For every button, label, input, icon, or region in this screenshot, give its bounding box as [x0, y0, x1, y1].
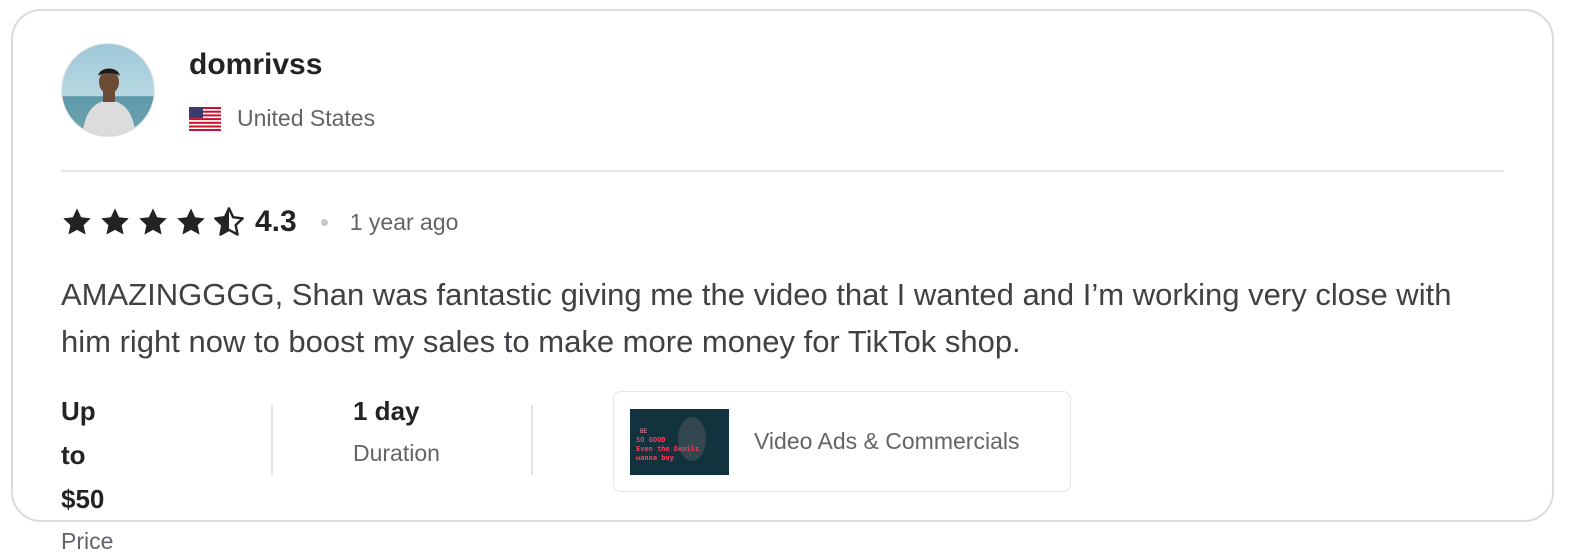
- review-card: domrivss United States 4.3 1 year ago AM…: [11, 9, 1554, 554]
- star-rating: [61, 206, 245, 238]
- us-flag-icon: [189, 106, 221, 131]
- thumbnail-text: BE: [640, 428, 648, 435]
- star-half-icon: [214, 207, 244, 236]
- reviewer-username[interactable]: domrivss: [189, 48, 322, 82]
- price-detail: Up to $50 Price: [61, 389, 113, 559]
- star-full-icon: [139, 208, 167, 235]
- service-name[interactable]: Video Ads & Commercials: [754, 428, 1019, 455]
- review-time: 1 year ago: [349, 208, 459, 235]
- header-divider: [61, 170, 1504, 172]
- reviewer-avatar[interactable]: [61, 43, 155, 137]
- reviewer-country: United States: [189, 105, 375, 132]
- separator-dot: [320, 218, 328, 226]
- country-name: United States: [237, 105, 376, 131]
- thumbnail-text: SO GOOD: [636, 436, 666, 444]
- service-card[interactable]: BE SO GOOD Even the Devils wanna buy Vid…: [613, 391, 1071, 492]
- thumbnail-text: Even the Devils: [636, 445, 699, 453]
- duration-detail: 1 day Duration: [353, 389, 440, 471]
- review-text: AMAZINGGGG, Shan was fantastic giving me…: [61, 277, 1452, 359]
- star-full-icon: [177, 208, 205, 235]
- price-label: Price: [61, 528, 114, 554]
- star-full-icon: [101, 208, 129, 235]
- star-full-icon: [63, 208, 91, 235]
- rating-row: 4.3 1 year ago: [61, 201, 458, 243]
- avatar-image: [62, 44, 154, 136]
- duration-value: 1 day: [353, 396, 420, 426]
- details-divider: [271, 405, 273, 475]
- service-thumbnail: BE SO GOOD Even the Devils wanna buy: [630, 408, 729, 475]
- rating-score: 4.3: [255, 205, 297, 238]
- duration-label: Duration: [353, 440, 440, 466]
- thumbnail-text: wanna buy: [636, 454, 675, 462]
- details-divider: [531, 405, 533, 475]
- price-value: Up to $50: [61, 396, 105, 514]
